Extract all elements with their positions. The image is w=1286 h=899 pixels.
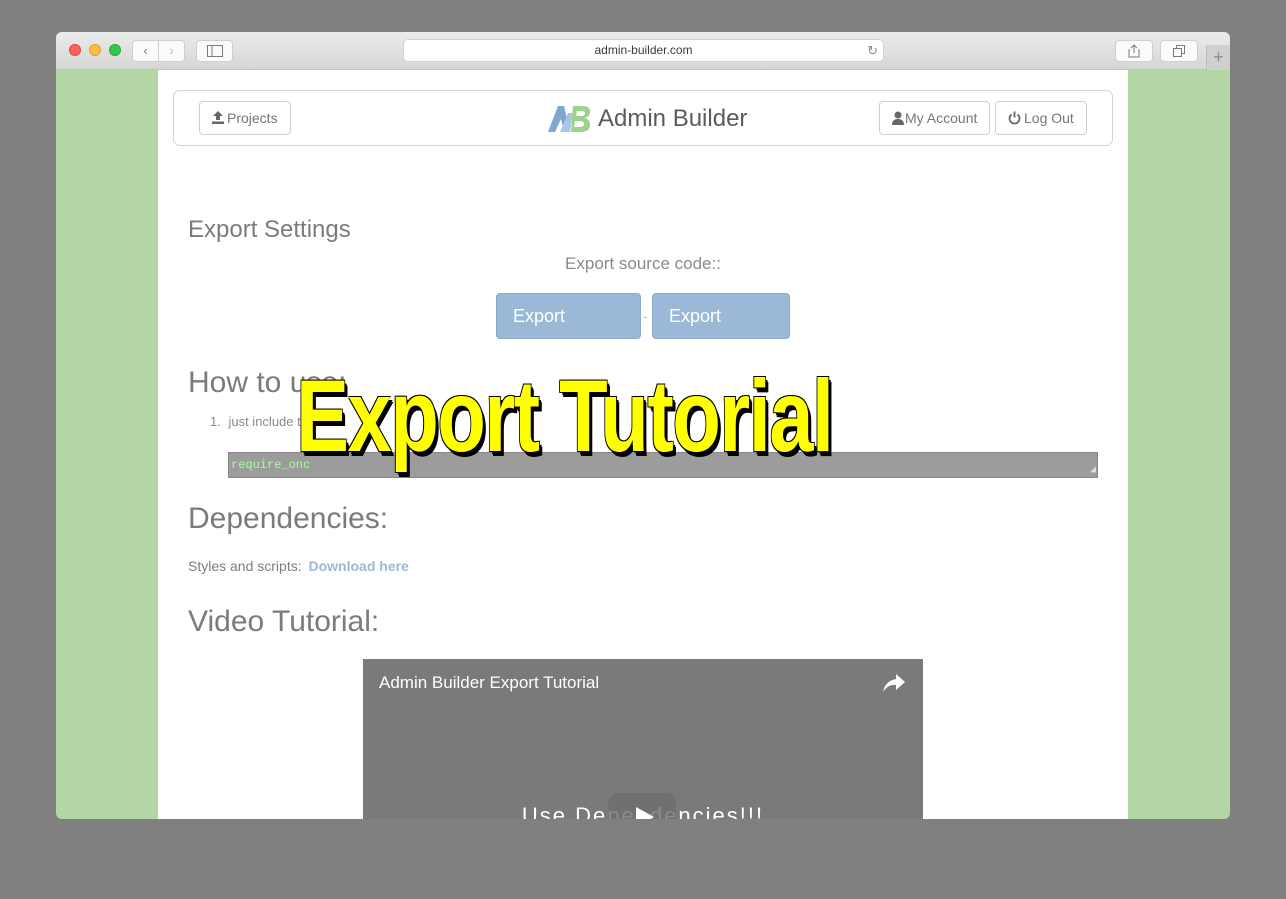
- dependencies-line: Styles and scripts: Download here: [188, 558, 409, 574]
- video-player[interactable]: Admin Builder Export Tutorial Use Depend…: [363, 659, 923, 819]
- log-out-button[interactable]: Log Out: [995, 101, 1087, 135]
- admin-builder-logo: [548, 106, 591, 132]
- export-settings-heading: Export Settings: [188, 216, 351, 243]
- forward-button[interactable]: ›: [158, 40, 185, 62]
- step-text: just include t: [228, 414, 301, 429]
- zoom-window-button[interactable]: [109, 44, 121, 56]
- share-icon: [1128, 44, 1140, 58]
- video-tutorial-heading: Video Tutorial:: [188, 605, 380, 638]
- power-icon: [1008, 111, 1021, 125]
- chevron-right-icon: ›: [169, 43, 174, 58]
- share-button[interactable]: [1115, 40, 1153, 62]
- projects-button[interactable]: Projects: [199, 101, 291, 135]
- brand-name: Admin Builder: [598, 105, 748, 132]
- browser-window: ‹ › admin-builder.com ↻ + Projects Admin…: [56, 32, 1230, 819]
- tabs-icon: [1173, 45, 1185, 57]
- resize-handle-icon[interactable]: ◢: [1090, 466, 1096, 476]
- howto-step-1: 1. just include t: [210, 414, 301, 429]
- upload-icon: [212, 111, 224, 124]
- brand[interactable]: Admin Builder: [546, 103, 747, 135]
- export-plugin-button[interactable]: Export Plugin: [652, 293, 790, 370]
- plus-icon: +: [1213, 47, 1224, 67]
- play-button[interactable]: [608, 793, 676, 819]
- log-out-label: Log Out: [1024, 110, 1074, 126]
- address-bar[interactable]: admin-builder.com ↻: [403, 39, 884, 62]
- how-to-use-heading: How to use:: [188, 366, 347, 399]
- new-tab-button[interactable]: +: [1206, 45, 1230, 70]
- page-content: Projects Admin Builder My Account Log Ou…: [158, 70, 1128, 819]
- button-separator: -: [643, 308, 648, 324]
- reload-icon[interactable]: ↻: [867, 40, 878, 61]
- top-navigation: Projects Admin Builder My Account Log Ou…: [173, 90, 1113, 146]
- url-text: admin-builder.com: [594, 43, 693, 57]
- browser-titlebar: ‹ › admin-builder.com ↻ +: [56, 32, 1230, 70]
- dependencies-heading: Dependencies:: [188, 502, 389, 535]
- export-source-label: Export source code::: [565, 254, 721, 273]
- show-tabs-button[interactable]: [1160, 40, 1198, 62]
- chevron-left-icon: ‹: [143, 43, 148, 58]
- projects-label: Projects: [227, 110, 278, 126]
- play-icon: [636, 807, 654, 819]
- sidebar-icon: [206, 45, 223, 57]
- code-textarea[interactable]: require_onc ◢: [228, 452, 1098, 478]
- dependencies-prefix: Styles and scripts:: [188, 558, 302, 574]
- minimize-window-button[interactable]: [89, 44, 101, 56]
- video-title[interactable]: Admin Builder Export Tutorial: [379, 673, 599, 693]
- step-number: 1.: [210, 414, 221, 429]
- export-theme-button[interactable]: Export Theme: [496, 293, 641, 370]
- my-account-button[interactable]: My Account: [879, 101, 991, 135]
- download-link[interactable]: Download here: [309, 558, 409, 574]
- close-window-button[interactable]: [69, 44, 81, 56]
- my-account-label: My Account: [905, 110, 978, 126]
- back-button[interactable]: ‹: [132, 40, 159, 62]
- sidebar-toggle-button[interactable]: [196, 40, 233, 62]
- share-arrow-icon[interactable]: [881, 671, 907, 695]
- user-icon: [892, 111, 904, 125]
- code-text: require_onc: [231, 458, 311, 472]
